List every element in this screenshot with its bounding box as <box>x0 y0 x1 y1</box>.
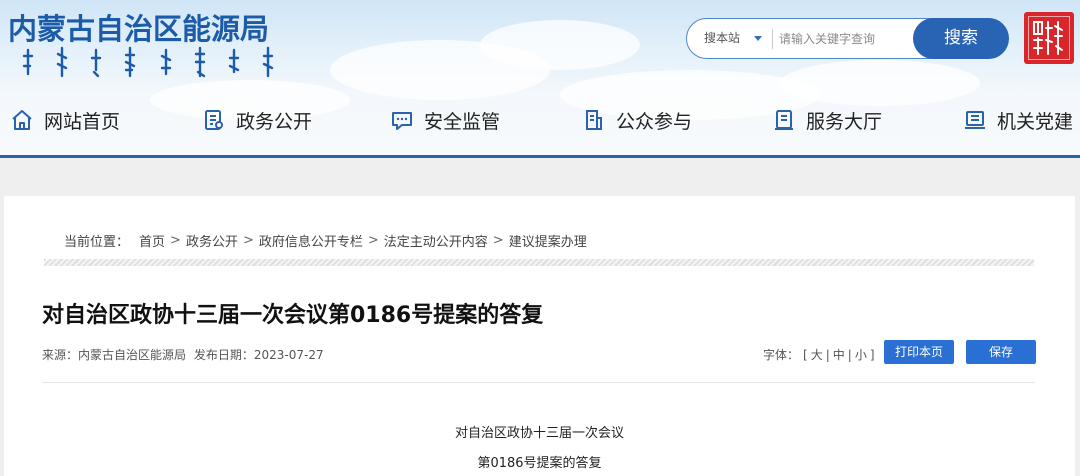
search-input[interactable] <box>779 25 909 52</box>
print-button[interactable]: 打印本页 <box>884 340 954 364</box>
pipe: | <box>847 347 852 362</box>
document-icon <box>205 110 223 130</box>
main-nav: 网站首页 政务公开 安全监管 公众参与 服务大厅 机关党建 <box>0 98 1080 142</box>
breadcrumb-item[interactable]: 政务公开 <box>186 231 238 250</box>
nav-item-home[interactable]: 网站首页 <box>10 98 120 142</box>
inner-mongolia-seal-icon <box>1024 12 1074 64</box>
body-line: 第0186号提案的答复 <box>477 456 602 471</box>
breadcrumb-prefix: 当前位置： <box>64 235 130 250</box>
nav-label: 安全监管 <box>424 110 501 133</box>
nav-label: 网站首页 <box>44 110 121 133</box>
font-size-label: 字体： <box>763 348 800 362</box>
article-panel: 当前位置： 首页 > 政务公开 > 政府信息公开专栏 > 法定主动公开内容 > … <box>4 196 1075 476</box>
pipe: | <box>825 347 830 362</box>
hatched-divider <box>44 259 1034 266</box>
search-button[interactable]: 搜索 <box>913 18 1009 59</box>
breadcrumb-item[interactable]: 建议提案办理 <box>509 231 587 250</box>
building-icon <box>965 111 985 129</box>
site-logo[interactable]: 内蒙古自治区能源局 <box>8 6 298 82</box>
search-divider <box>772 29 773 49</box>
home-icon <box>12 110 32 130</box>
search-box: 搜本站 搜索 <box>686 18 1009 59</box>
publish-date: 2023-07-27 <box>253 348 324 362</box>
font-size-large[interactable]: 大 <box>811 346 823 363</box>
chevron-down-icon[interactable] <box>754 36 762 41</box>
source-label: 来源： <box>42 348 79 362</box>
article-title: 对自治区政协十三届一次会议第0186号提案的答复 <box>42 303 544 328</box>
font-size-medium[interactable]: 中 <box>833 346 845 363</box>
mongolian-script-logo <box>22 46 274 78</box>
body-line: 对自治区政协十三届一次会议 <box>454 426 624 441</box>
nav-label: 政务公开 <box>236 110 313 133</box>
breadcrumb-separator: > <box>492 233 504 248</box>
font-size-control: 字体： [ 大 | 中 | 小 ] <box>763 346 875 363</box>
breadcrumb-separator: > <box>242 233 254 248</box>
breadcrumb-separator: > <box>170 233 181 248</box>
breadcrumb-separator: > <box>367 233 379 248</box>
clipboard-icon <box>586 110 602 130</box>
nav-underline <box>0 155 1080 158</box>
search-scope-select[interactable]: 搜本站 <box>704 19 740 58</box>
cloud-decoration <box>480 20 640 70</box>
site-header: 内蒙古自治区能源局 搜本站 搜索 <box>0 0 1080 158</box>
breadcrumb-item[interactable]: 政府信息公开专栏 <box>259 231 363 250</box>
seal-script-icon <box>1033 21 1063 55</box>
breadcrumb-item[interactable]: 首页 <box>139 231 165 250</box>
site-title: 内蒙古自治区能源局 <box>8 12 270 46</box>
book-icon <box>775 110 793 130</box>
meta-divider <box>42 382 1035 383</box>
nav-label: 机关党建 <box>997 110 1074 133</box>
save-button[interactable]: 保存 <box>966 340 1036 364</box>
breadcrumb: 当前位置： 首页 > 政务公开 > 政府信息公开专栏 > 法定主动公开内容 > … <box>64 231 587 250</box>
article-meta: 来源：内蒙古自治区能源局 发布日期：2023-07-27 <box>42 346 324 363</box>
source-value: 内蒙古自治区能源局 <box>78 348 187 362</box>
nav-item-safety[interactable]: 安全监管 <box>390 98 500 142</box>
breadcrumb-item[interactable]: 法定主动公开内容 <box>384 231 488 250</box>
bracket: ] <box>869 347 875 362</box>
nav-item-service[interactable]: 服务大厅 <box>772 98 882 142</box>
nav-item-public[interactable]: 公众参与 <box>582 98 692 142</box>
chat-bubble-icon <box>392 112 412 130</box>
nav-label: 服务大厅 <box>806 110 883 133</box>
font-size-small[interactable]: 小 <box>855 346 867 363</box>
nav-label: 公众参与 <box>616 110 693 133</box>
nav-item-party[interactable]: 机关党建 <box>963 98 1073 142</box>
date-label: 发布日期： <box>193 348 254 362</box>
nav-item-gov-affairs[interactable]: 政务公开 <box>202 98 312 142</box>
bracket: [ <box>803 347 808 362</box>
